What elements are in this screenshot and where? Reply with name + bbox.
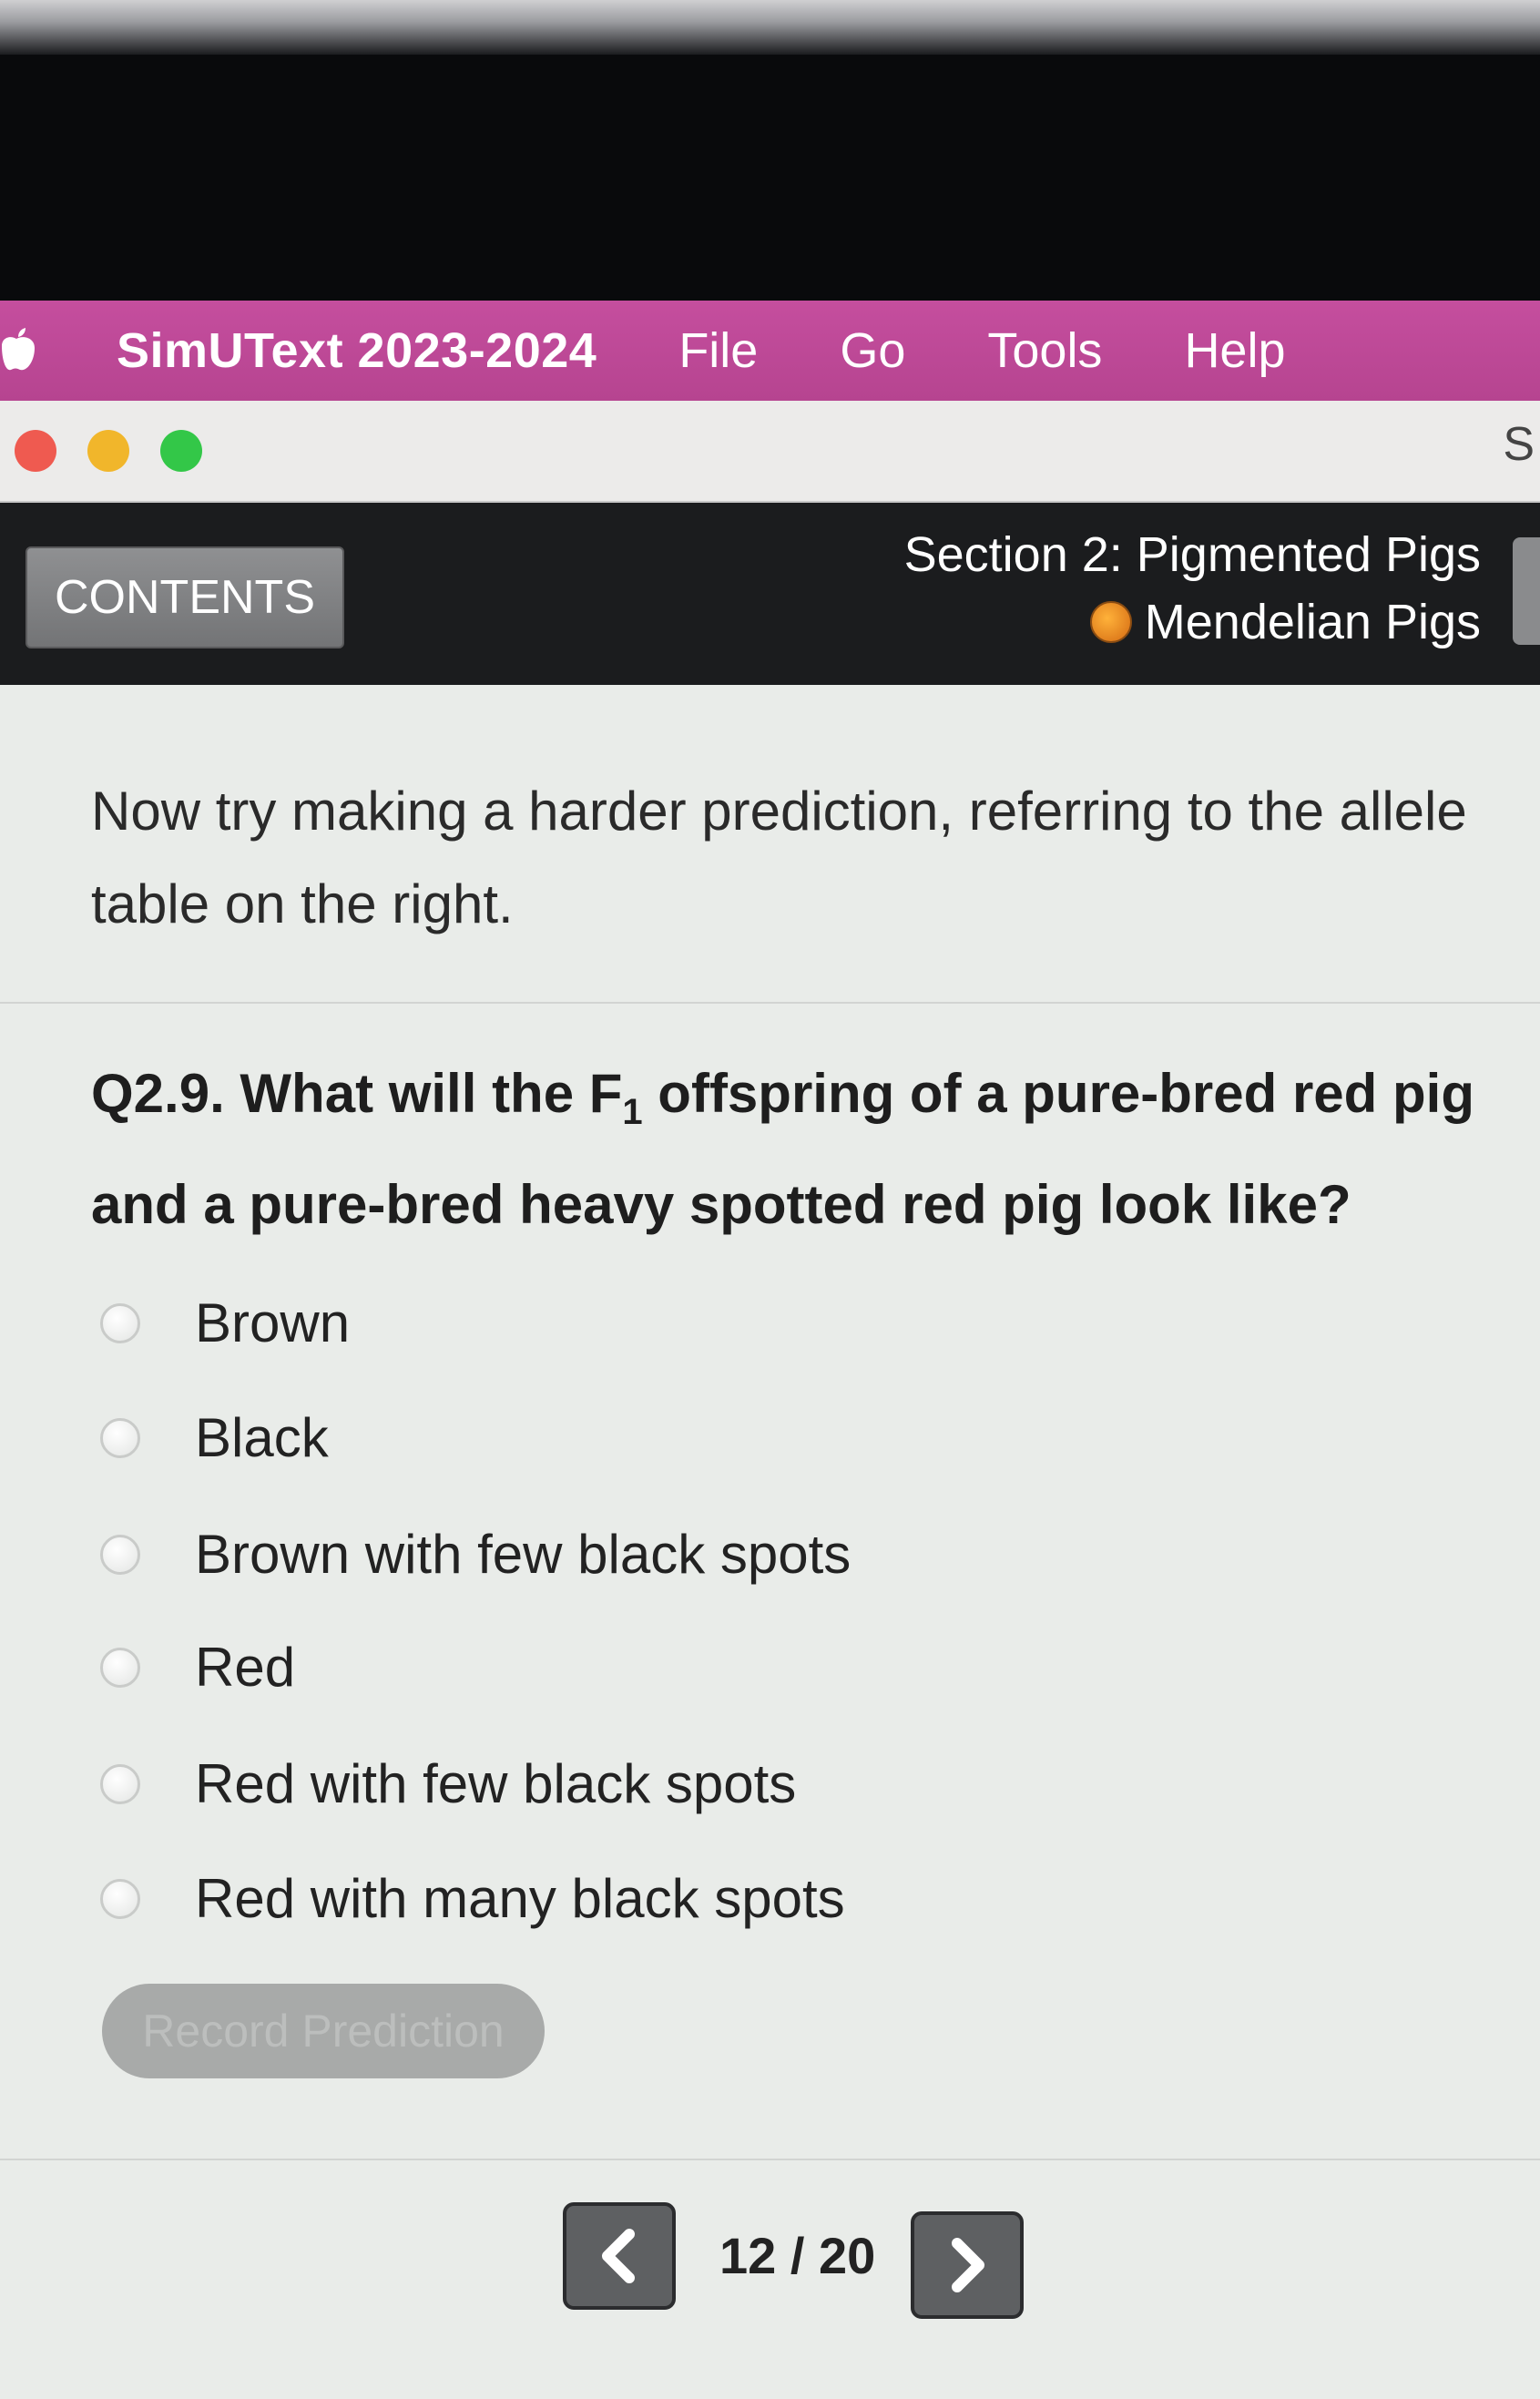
radio-button[interactable]	[100, 1647, 140, 1688]
minimize-window-button[interactable]	[87, 430, 129, 472]
option-brown-few-black-spots[interactable]: Brown with few black spots	[100, 1523, 851, 1586]
option-label: Black	[195, 1407, 329, 1468]
side-panel-tab[interactable]	[1513, 537, 1540, 645]
question-subscript: 1	[622, 1092, 643, 1132]
radio-button[interactable]	[100, 1534, 140, 1575]
radio-button[interactable]	[100, 1417, 140, 1458]
zoom-window-button[interactable]	[160, 430, 202, 472]
window-titlebar	[0, 401, 1540, 503]
screen-edge	[0, 0, 1540, 55]
menu-help[interactable]: Help	[1184, 322, 1285, 379]
intro-text: Now try making a harder prediction, refe…	[91, 781, 1467, 934]
page-counter: 12 / 20	[719, 2227, 876, 2284]
contents-button[interactable]: CONTENTS	[25, 546, 344, 648]
option-black[interactable]: Black	[100, 1406, 329, 1469]
menu-file[interactable]: File	[678, 322, 758, 379]
divider	[0, 1002, 1540, 1004]
pig-icon	[1089, 601, 1132, 643]
close-window-button[interactable]	[15, 430, 56, 472]
option-label: Red with few black spots	[195, 1753, 797, 1814]
radio-button[interactable]	[100, 1763, 140, 1804]
option-red[interactable]: Red	[100, 1636, 295, 1699]
section-subtitle: Mendelian Pigs	[1089, 594, 1481, 650]
previous-page-button[interactable]	[563, 2202, 676, 2310]
section-title: Section 2: Pigmented Pigs	[903, 527, 1481, 582]
window-title: S	[1503, 418, 1535, 471]
menu-bar: SimUText 2023-2024 File Go Tools Help	[0, 301, 1540, 401]
question-text: Q2.9. What will the F1 offspring of a pu…	[91, 1047, 1530, 1251]
option-brown[interactable]: Brown	[100, 1291, 350, 1354]
record-prediction-button[interactable]: Record Prediction	[102, 1984, 545, 2078]
option-red-few-black-spots[interactable]: Red with few black spots	[100, 1752, 796, 1815]
option-red-many-black-spots[interactable]: Red with many black spots	[100, 1867, 845, 1930]
radio-button[interactable]	[100, 1878, 140, 1919]
section-subtitle-text: Mendelian Pigs	[1144, 595, 1481, 649]
divider	[0, 2159, 1540, 2160]
chevron-right-icon	[952, 2238, 984, 2292]
option-label: Red	[195, 1637, 296, 1698]
next-page-button[interactable]	[911, 2211, 1024, 2319]
menu-tools[interactable]: Tools	[987, 322, 1102, 379]
question-prefix: Q2.9. What will the F	[91, 1063, 623, 1124]
radio-button[interactable]	[100, 1302, 140, 1343]
menu-go[interactable]: Go	[840, 322, 905, 379]
chevron-left-icon	[602, 2229, 635, 2283]
menu-app-name[interactable]: SimUText 2023-2024	[117, 322, 597, 379]
option-label: Red with many black spots	[195, 1868, 845, 1929]
option-label: Brown with few black spots	[195, 1524, 852, 1585]
apple-logo-icon[interactable]	[0, 328, 36, 373]
option-label: Brown	[195, 1292, 351, 1353]
